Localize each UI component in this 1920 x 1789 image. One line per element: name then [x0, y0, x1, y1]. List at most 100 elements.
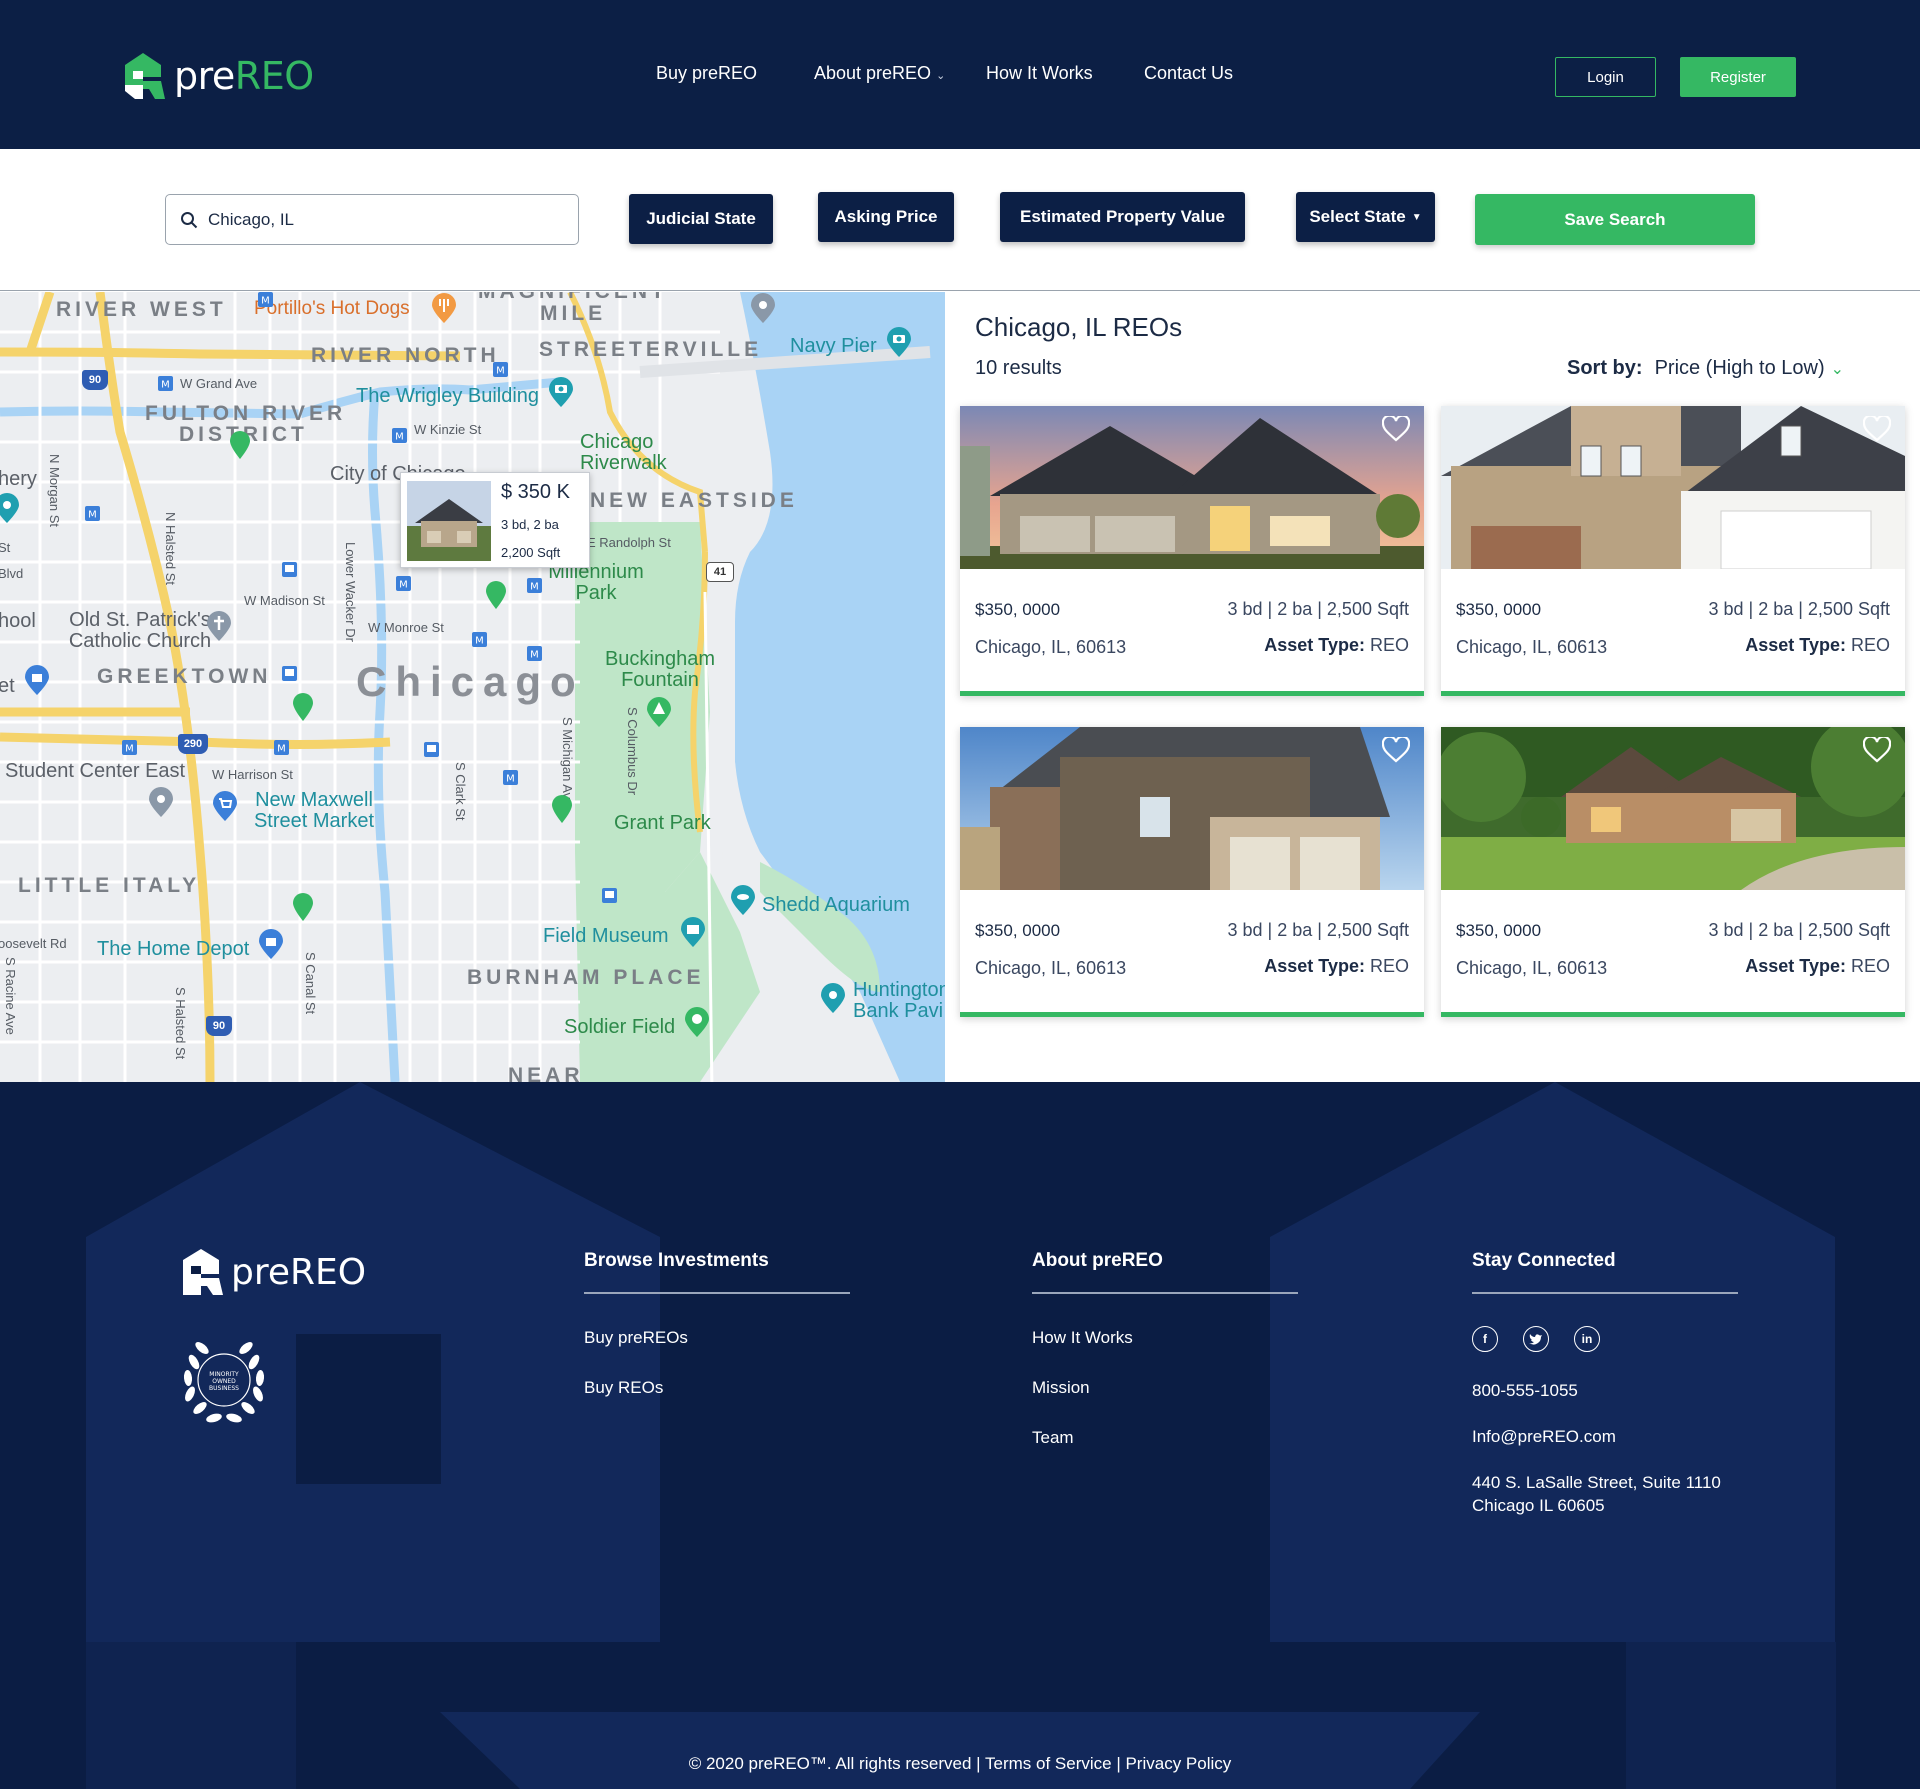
bus-stop-icon[interactable] — [282, 666, 297, 681]
highway-shield-icon: 290 — [178, 734, 208, 754]
map-poi-label[interactable]: Portillo's Hot Dogs — [254, 298, 410, 320]
metro-station-icon[interactable]: M — [392, 428, 407, 443]
prereo-logo-icon — [125, 53, 165, 99]
footer-link-how-it-works[interactable]: How It Works — [1032, 1328, 1133, 1348]
heart-icon[interactable] — [1863, 416, 1891, 442]
camera-marker-icon[interactable] — [886, 326, 912, 358]
sort-dropdown[interactable]: Sort by: Price (High to Low) ⌄ — [1567, 357, 1844, 380]
nav-about-prereo[interactable]: About preREO ⌄ — [814, 63, 945, 84]
heart-icon[interactable] — [1382, 737, 1410, 763]
location-marker-icon[interactable] — [0, 492, 20, 524]
bus-stop-icon[interactable] — [282, 562, 297, 577]
metro-station-icon[interactable]: M — [122, 740, 137, 755]
metro-station-icon[interactable]: M — [527, 646, 542, 661]
metro-station-icon[interactable]: M — [158, 376, 173, 391]
facebook-icon[interactable]: f — [1472, 1326, 1498, 1352]
results-map[interactable]: RIVER WEST RIVER NORTH STREETERVILLE FUL… — [0, 292, 945, 1082]
nav-how-it-works[interactable]: How It Works — [986, 63, 1093, 84]
linkedin-icon[interactable]: in — [1574, 1326, 1600, 1352]
login-button[interactable]: Login — [1555, 57, 1656, 97]
map-poi-label: hool — [0, 610, 36, 632]
metro-station-icon[interactable]: M — [274, 740, 289, 755]
property-pin-icon[interactable] — [292, 692, 314, 722]
shopping-marker-icon[interactable] — [258, 928, 284, 960]
card-specs: 3 bd | 2 ba | 2,500 Sqft — [1227, 599, 1410, 619]
property-thumbnail — [407, 481, 491, 561]
footer-link-buy-prereos[interactable]: Buy preREOs — [584, 1328, 688, 1348]
footer-link-team[interactable]: Team — [1032, 1428, 1074, 1448]
map-property-popup[interactable]: $ 350 K 3 bd, 2 ba 2,200 Sqft — [400, 472, 590, 568]
map-poi-label[interactable]: Student Center East — [5, 760, 185, 783]
map-poi-label[interactable]: Chicago Riverwalk — [580, 432, 670, 474]
map-poi-label[interactable]: Buckingham Fountain — [600, 649, 720, 691]
asset-type-label: Asset Type: — [1745, 956, 1846, 976]
map-poi-label[interactable]: Grant Park — [614, 812, 711, 835]
footer-logo[interactable]: preREO — [181, 1248, 366, 1296]
footer-link-buy-reos[interactable]: Buy REOs — [584, 1378, 663, 1398]
metro-station-icon[interactable]: M — [396, 576, 411, 591]
church-marker-icon[interactable] — [206, 610, 232, 642]
heart-icon[interactable] — [1382, 416, 1410, 442]
map-poi-label[interactable]: Huntington Bank Pavi — [853, 980, 945, 1022]
property-card[interactable]: $350, 0000 3 bd | 2 ba | 2,500 Sqft Chic… — [960, 406, 1424, 696]
results-count: 10 results — [975, 357, 1062, 379]
map-poi-label[interactable]: The Wrigley Building — [356, 385, 539, 408]
map-poi-label[interactable]: Navy Pier — [790, 335, 877, 358]
site-logo[interactable]: preREO — [121, 50, 314, 102]
bus-stop-icon[interactable] — [424, 742, 439, 757]
filter-estimated-value-button[interactable]: Estimated Property Value — [1000, 192, 1245, 242]
heart-icon[interactable] — [1863, 737, 1891, 763]
shopping-marker-icon[interactable] — [24, 664, 50, 696]
property-card[interactable]: $350, 0000 3 bd | 2 ba | 2,500 Sqft Chic… — [1441, 406, 1905, 696]
map-poi-label[interactable]: New Maxwell Street Market — [244, 790, 384, 832]
card-address: Chicago, IL, 60613 — [1456, 958, 1608, 978]
asset-type-label: Asset Type: — [1745, 635, 1846, 655]
filter-judicial-state-button[interactable]: Judicial State — [629, 194, 773, 244]
metro-station-icon[interactable]: M — [258, 292, 273, 307]
metro-station-icon[interactable]: M — [527, 578, 542, 593]
card-asset-type: Asset Type: REO — [1745, 635, 1890, 656]
metro-station-icon[interactable]: M — [472, 632, 487, 647]
aquarium-marker-icon[interactable] — [730, 884, 756, 916]
metro-station-icon[interactable]: M — [85, 506, 100, 521]
footer-link-mission[interactable]: Mission — [1032, 1378, 1090, 1398]
bus-stop-icon[interactable] — [602, 888, 617, 903]
stadium-marker-icon[interactable] — [684, 1006, 710, 1038]
metro-station-icon[interactable]: M — [493, 362, 508, 377]
map-poi-label[interactable]: Shedd Aquarium — [762, 894, 910, 917]
nav-about-label: About preREO — [814, 63, 932, 83]
card-specs: 3 bd | 2 ba | 2,500 Sqft — [1227, 920, 1410, 940]
restaurant-marker-icon[interactable] — [431, 292, 457, 324]
location-marker-icon[interactable] — [750, 292, 776, 324]
filter-select-state-dropdown[interactable]: Select State ▼ — [1296, 192, 1435, 242]
footer-phone[interactable]: 800-555-1055 — [1472, 1381, 1578, 1401]
map-poi-label[interactable]: Millennium Park — [546, 562, 646, 604]
venue-marker-icon[interactable] — [820, 982, 846, 1014]
footer-email[interactable]: Info@preREO.com — [1472, 1427, 1616, 1447]
location-marker-icon[interactable] — [148, 786, 174, 818]
map-poi-label[interactable]: Old St. Patrick's Catholic Church — [55, 610, 225, 652]
park-marker-icon[interactable] — [646, 696, 672, 728]
map-poi-label[interactable]: The Home Depot — [97, 938, 249, 961]
camera-marker-icon[interactable] — [548, 376, 574, 408]
save-search-button[interactable]: Save Search — [1475, 194, 1755, 245]
property-card[interactable]: $350, 0000 3 bd | 2 ba | 2,500 Sqft Chic… — [1441, 727, 1905, 1017]
nav-buy-prereo[interactable]: Buy preREO — [656, 63, 757, 84]
property-card[interactable]: $350, 0000 3 bd | 2 ba | 2,500 Sqft Chic… — [960, 727, 1424, 1017]
metro-station-icon[interactable]: M — [503, 770, 518, 785]
property-pin-icon[interactable] — [485, 580, 507, 610]
property-pin-icon[interactable] — [292, 892, 314, 922]
property-pin-icon[interactable] — [551, 794, 573, 824]
map-poi-label[interactable]: Soldier Field — [564, 1016, 675, 1039]
location-search-box[interactable] — [165, 194, 579, 245]
register-button[interactable]: Register — [1680, 57, 1796, 97]
shopping-marker-icon[interactable] — [212, 790, 238, 822]
twitter-icon[interactable] — [1523, 1326, 1549, 1352]
property-pin-icon[interactable] — [229, 430, 251, 460]
caret-down-icon: ▼ — [1411, 211, 1422, 223]
filter-asking-price-button[interactable]: Asking Price — [818, 192, 954, 242]
map-poi-label[interactable]: Field Museum — [543, 925, 669, 948]
museum-marker-icon[interactable] — [680, 916, 706, 948]
location-search-input[interactable] — [208, 209, 548, 230]
nav-contact-us[interactable]: Contact Us — [1144, 63, 1233, 84]
